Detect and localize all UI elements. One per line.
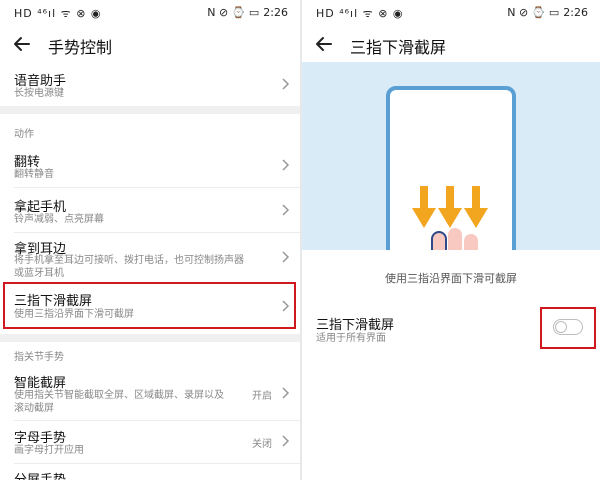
three-finger-screenshot-screen: HD ⁴⁶ıl ᯤ ⊗ ◉ N ⊘ ⌚ ▭ 2:26 三指下滑截屏 使用三指沿界… bbox=[302, 0, 600, 480]
list-item-smart-screenshot[interactable]: 智能截屏 使用指关节智能截取全屏、区域截屏、录屏以及 滚动截屏 开启 bbox=[0, 368, 300, 418]
item-subtitle-line2: 或蓝牙耳机 bbox=[14, 268, 64, 279]
chevron-right-icon bbox=[282, 251, 290, 263]
chevron-right-icon bbox=[282, 78, 290, 90]
item-subtitle-line1: 将手机拿至耳边可接听、拨打电话，也可控制扬声器 bbox=[14, 255, 244, 266]
divider bbox=[14, 232, 300, 233]
list-item-pickup[interactable]: 拿起手机 铃声减弱、点亮屏幕 bbox=[0, 190, 300, 232]
status-right-icons: N ⊘ ⌚ ▭ bbox=[507, 6, 560, 19]
status-right-icons: N ⊘ ⌚ ▭ bbox=[207, 6, 260, 19]
illustration-caption: 使用三指沿界面下滑可截屏 bbox=[385, 272, 517, 285]
list-item-letter-gesture[interactable]: 字母手势 画字母打开应用 关闭 bbox=[0, 422, 300, 462]
status-bar: HD ⁴⁶ıl ᯤ ⊗ ◉ N ⊘ ⌚ ▭ 2:26 bbox=[0, 0, 300, 26]
setting-title: 三指下滑截屏 bbox=[316, 318, 395, 333]
status-left-icons: HD ⁴⁶ıl ᯤ ⊗ ◉ bbox=[14, 7, 102, 20]
item-subtitle: 铃声减弱、点亮屏幕 bbox=[14, 214, 104, 225]
divider bbox=[14, 463, 300, 464]
list-item-to-ear[interactable]: 拿到耳边 将手机拿至耳边可接听、拨打电话，也可控制扬声器 或蓝牙耳机 bbox=[0, 234, 300, 282]
item-value: 开启 bbox=[252, 391, 272, 402]
section-gap bbox=[0, 334, 300, 342]
divider bbox=[14, 187, 300, 188]
section-gap bbox=[0, 106, 300, 114]
list-item-voice-assistant[interactable]: 语音助手 长按电源键 bbox=[0, 62, 300, 106]
status-time: 2:26 bbox=[563, 6, 588, 19]
item-subtitle: 画字母打开应用 bbox=[14, 445, 84, 456]
chevron-right-icon bbox=[282, 435, 290, 447]
page-title: 手势控制 bbox=[48, 38, 113, 57]
item-title: 分屏手势 bbox=[14, 469, 66, 480]
chevron-right-icon bbox=[282, 159, 290, 171]
divider bbox=[14, 420, 300, 421]
setting-subtitle: 适用于所有界面 bbox=[316, 333, 386, 344]
back-arrow-icon[interactable] bbox=[310, 30, 338, 58]
status-right: N ⊘ ⌚ ▭ 2:26 bbox=[207, 6, 288, 19]
status-left-icons: HD ⁴⁶ıl ᯤ ⊗ ◉ bbox=[316, 7, 404, 20]
highlight-box bbox=[3, 282, 296, 329]
app-bar: 三指下滑截屏 bbox=[302, 26, 600, 62]
section-header-actions: 动作 bbox=[14, 129, 34, 140]
down-arrow-icons bbox=[412, 186, 488, 228]
item-subtitle-line1: 使用指关节智能截取全屏、区域截屏、录屏以及 bbox=[14, 390, 224, 401]
page-title: 三指下滑截屏 bbox=[350, 38, 447, 57]
app-comparison: HD ⁴⁶ıl ᯤ ⊗ ◉ N ⊘ ⌚ ▭ 2:26 手势控制 语音助手 长按电源… bbox=[0, 0, 600, 480]
chevron-right-icon bbox=[282, 204, 290, 216]
chevron-right-icon bbox=[282, 387, 290, 399]
item-subtitle: 长按电源键 bbox=[14, 88, 64, 99]
item-subtitle: 翻转静音 bbox=[14, 169, 54, 180]
status-time: 2:26 bbox=[263, 6, 288, 19]
item-subtitle-line2: 滚动截屏 bbox=[14, 403, 54, 414]
status-bar: HD ⁴⁶ıl ᯤ ⊗ ◉ N ⊘ ⌚ ▭ 2:26 bbox=[302, 0, 600, 26]
section-header-knuckle: 指关节手势 bbox=[14, 352, 64, 363]
gesture-control-screen: HD ⁴⁶ıl ᯤ ⊗ ◉ N ⊘ ⌚ ▭ 2:26 手势控制 语音助手 长按电源… bbox=[0, 0, 300, 480]
status-right: N ⊘ ⌚ ▭ 2:26 bbox=[507, 6, 588, 19]
list-item-flip[interactable]: 翻转 翻转静音 bbox=[0, 145, 300, 185]
item-value: 关闭 bbox=[252, 439, 272, 450]
gesture-illustration bbox=[302, 62, 600, 250]
highlight-box bbox=[540, 307, 596, 349]
list-item-split-screen[interactable]: 分屏手势 bbox=[0, 465, 300, 480]
back-arrow-icon[interactable] bbox=[8, 30, 36, 58]
app-bar: 手势控制 bbox=[0, 26, 300, 62]
